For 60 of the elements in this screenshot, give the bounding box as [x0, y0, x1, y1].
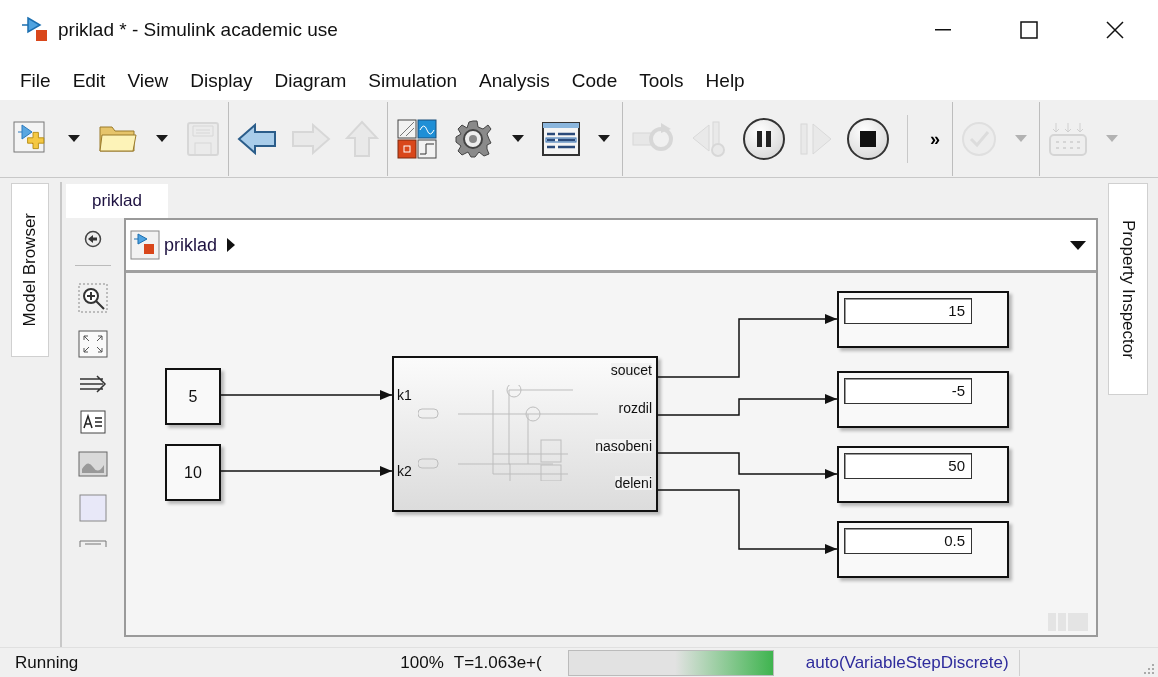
- menu-item[interactable]: View: [116, 70, 180, 90]
- menu-item[interactable]: Analysis: [468, 70, 561, 90]
- output-port-label: rozdil: [618, 401, 652, 415]
- model-icon: [130, 230, 160, 260]
- menu-item[interactable]: Help: [694, 70, 756, 90]
- caret-icon[interactable]: [156, 134, 168, 143]
- constant-value: 10: [184, 462, 202, 483]
- area-icon[interactable]: [79, 494, 107, 522]
- stop-button[interactable]: [847, 117, 889, 160]
- caret-icon[interactable]: [512, 134, 524, 143]
- menu-item[interactable]: File: [9, 70, 62, 90]
- pause-icon: [757, 130, 771, 147]
- output-port-label: soucet: [610, 363, 652, 377]
- app-icon: [20, 16, 50, 44]
- caret-icon[interactable]: [598, 134, 610, 143]
- settings-icon[interactable]: [452, 117, 494, 160]
- stop-icon: [860, 130, 876, 147]
- menu-item[interactable]: Edit: [61, 70, 117, 90]
- maximize-icon: [1020, 21, 1038, 39]
- breadcrumb-arrow-icon[interactable]: [227, 238, 236, 252]
- model-configuration-icon[interactable]: [542, 121, 580, 156]
- model-reference-icon[interactable]: [79, 539, 107, 547]
- caret-icon[interactable]: [68, 134, 80, 143]
- menu-item[interactable]: Tools: [628, 70, 695, 90]
- minimize-icon: [935, 29, 951, 31]
- resize-grip-icon[interactable]: [1142, 662, 1154, 674]
- display-value: 50: [948, 455, 965, 476]
- menu-item[interactable]: Simulation: [357, 70, 469, 90]
- display-value: 0.5: [944, 530, 965, 551]
- menu-item[interactable]: Diagram: [263, 70, 358, 90]
- library-icon[interactable]: [396, 117, 438, 160]
- pause-button[interactable]: [743, 117, 785, 160]
- model-browser-tab[interactable]: Model Browser: [11, 183, 49, 357]
- dropdown-icon[interactable]: [1070, 240, 1086, 250]
- menu-item[interactable]: Display: [179, 70, 264, 90]
- status-text: Running: [15, 651, 79, 674]
- constant-value: 5: [188, 386, 198, 407]
- image-icon[interactable]: [78, 451, 108, 477]
- breadcrumb-item[interactable]: priklad: [164, 231, 218, 259]
- signal-arrows-icon[interactable]: [79, 375, 107, 393]
- left-arrow-icon[interactable]: [237, 122, 277, 155]
- window-title: priklad * - Simulink academic use: [58, 17, 338, 42]
- output-port-label: nasobeni: [595, 439, 652, 453]
- display-value: -5: [951, 380, 965, 401]
- menu-item[interactable]: Code: [560, 70, 629, 90]
- back-icon[interactable]: [84, 230, 102, 248]
- property-inspector-tab[interactable]: Property Inspector: [1108, 183, 1148, 395]
- solver-label[interactable]: auto(VariableStepDiscrete): [805, 649, 1009, 676]
- close-icon: [1106, 21, 1124, 39]
- editor-tab[interactable]: priklad: [66, 184, 168, 218]
- fit-to-view-icon[interactable]: [78, 330, 108, 358]
- annotation-icon[interactable]: [80, 410, 106, 434]
- display-value: 15: [948, 300, 965, 321]
- input-port-label: k1: [397, 388, 412, 402]
- overflow-button[interactable]: »: [926, 129, 944, 148]
- zoom-level: 100%: [400, 651, 444, 674]
- zoom-in-icon[interactable]: [78, 283, 108, 313]
- simulation-time: T=1.063e+(: [453, 651, 543, 674]
- input-port-label: k2: [397, 464, 412, 478]
- output-port-label: deleni: [614, 476, 652, 490]
